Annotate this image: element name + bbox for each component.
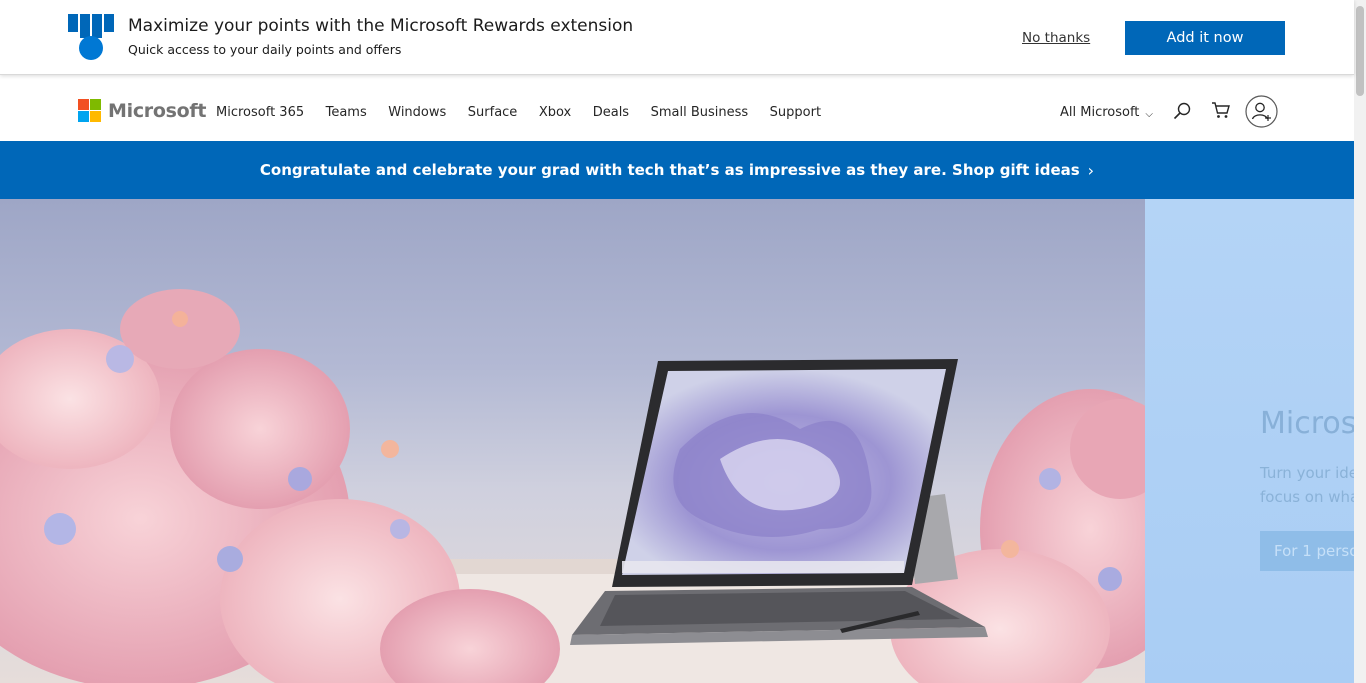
- nav-deals[interactable]: Deals: [593, 105, 629, 120]
- chevron-down-icon: ⌵: [1145, 109, 1154, 120]
- hero-image[interactable]: [0, 199, 1145, 683]
- cart-icon[interactable]: [1211, 101, 1231, 119]
- site-header: Microsoft Microsoft 365 Teams Windows Su…: [0, 75, 1354, 141]
- nav-surface[interactable]: Surface: [468, 105, 518, 120]
- logo-square-green: [90, 99, 101, 110]
- hero-surface-illustration: [0, 289, 1145, 683]
- promo-text: Congratulate and celebrate your grad wit…: [259, 161, 1080, 179]
- rewards-subtitle: Quick access to your daily points and of…: [128, 42, 402, 57]
- rewards-extension-bar: Maximize your points with the Microsoft …: [0, 0, 1354, 75]
- nav-windows[interactable]: Windows: [388, 105, 446, 120]
- microsoft-logo[interactable]: Microsoft: [78, 99, 206, 122]
- all-microsoft-label: All Microsoft: [1060, 105, 1140, 120]
- logo-square-blue: [78, 111, 89, 122]
- nav-xbox[interactable]: Xbox: [539, 105, 571, 120]
- all-microsoft-menu[interactable]: All Microsoft ⌵: [1060, 105, 1153, 120]
- next-slide-preview: Microso Turn your ide focus on wha For 1…: [1145, 199, 1354, 683]
- search-icon[interactable]: [1173, 102, 1191, 120]
- nav-small-business[interactable]: Small Business: [651, 105, 749, 120]
- slide-title: Microso: [1260, 406, 1354, 441]
- nav-support[interactable]: Support: [770, 105, 821, 120]
- microsoft-logo-icon: [78, 99, 101, 122]
- grad-promo-banner[interactable]: Congratulate and celebrate your grad wit…: [0, 141, 1354, 199]
- nav-microsoft-365[interactable]: Microsoft 365: [216, 105, 304, 120]
- slide-description-line-1: Turn your ide: [1260, 464, 1354, 482]
- slide-cta-button[interactable]: For 1 perso: [1260, 531, 1354, 571]
- slide-description-line-2: focus on wha: [1260, 488, 1354, 506]
- slide-description: Turn your ide focus on wha: [1260, 461, 1354, 509]
- add-it-now-button[interactable]: Add it now: [1125, 21, 1285, 55]
- rewards-title: Maximize your points with the Microsoft …: [128, 16, 634, 36]
- nav-teams[interactable]: Teams: [326, 105, 367, 120]
- rewards-medal-icon: [68, 14, 114, 60]
- logo-square-red: [78, 99, 89, 110]
- chevron-right-icon: ›: [1087, 160, 1095, 180]
- scrollbar-thumb[interactable]: [1356, 6, 1364, 96]
- no-thanks-link[interactable]: No thanks: [1022, 30, 1090, 46]
- logo-square-yellow: [90, 111, 101, 122]
- account-icon[interactable]: [1245, 95, 1278, 128]
- microsoft-logo-text: Microsoft: [108, 99, 207, 122]
- vertical-scrollbar[interactable]: [1354, 0, 1366, 683]
- main-nav: Microsoft 365 Teams Windows Surface Xbox…: [216, 105, 843, 120]
